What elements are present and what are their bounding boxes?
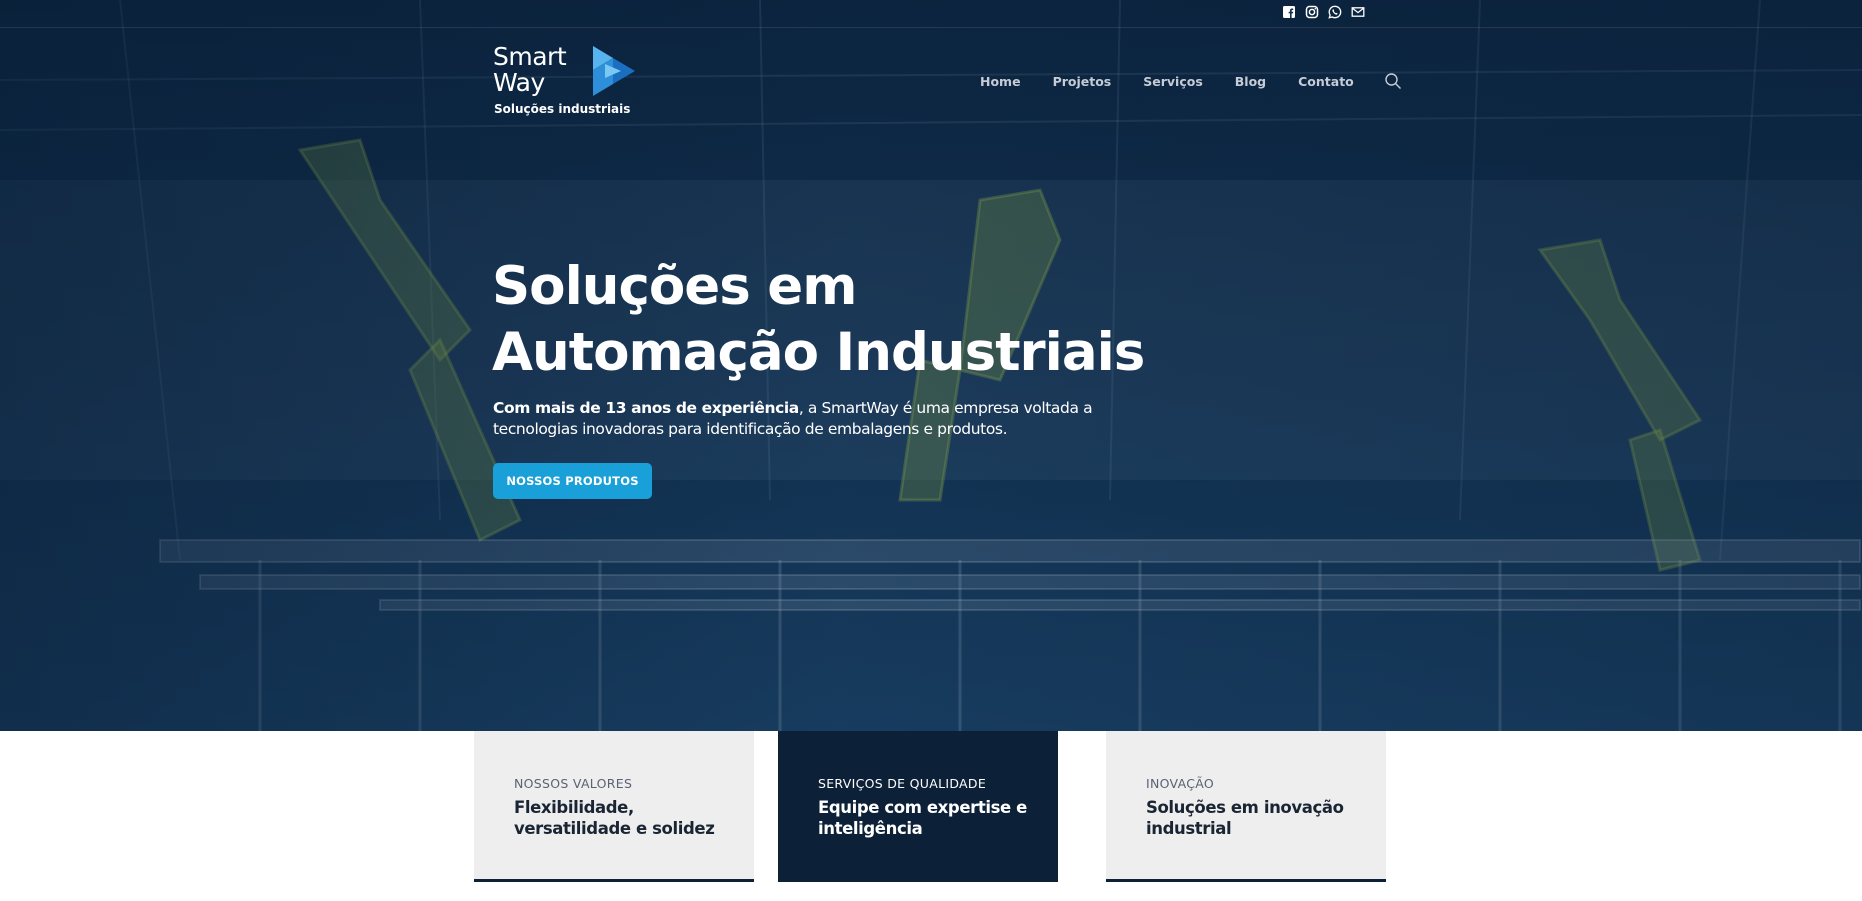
hero-subtitle: Com mais de 13 anos de experiência, a Sm… — [493, 398, 1093, 440]
logo-tagline: Soluções industriais — [494, 102, 631, 116]
card-text: Flexibilidade, versatilidade e solidez — [514, 798, 715, 838]
hero-title: Soluções em Automação Industriais — [492, 254, 1145, 386]
nossos-produtos-button[interactable]: NOSSOS PRODUTOS — [493, 463, 652, 499]
email-icon[interactable] — [1351, 5, 1365, 19]
hero-title-line1: Soluções em — [492, 256, 857, 317]
logo-arrow-icon — [593, 46, 635, 96]
site-logo[interactable]: Smart Way Soluções industriais — [493, 43, 643, 121]
card-label: INOVAÇÃO — [1146, 776, 1215, 791]
card-text: Equipe com expertise e inteligência — [818, 798, 1027, 838]
card-label: NOSSOS VALORES — [514, 776, 633, 791]
feature-cards: NOSSOS VALORES Flexibilidade, versatilid… — [474, 731, 1386, 882]
card-label: SERVIÇOS DE QUALIDADE — [818, 776, 987, 791]
main-nav: Home Projetos Serviços Blog Contato — [980, 72, 1402, 90]
card-inovacao: INOVAÇÃO Soluções em inovação industrial — [1106, 731, 1386, 882]
card-servicos-de-qualidade: SERVIÇOS DE QUALIDADE Equipe com experti… — [778, 731, 1058, 882]
hero-section: Smart Way Soluções industriais Home Proj… — [0, 0, 1862, 731]
nav-item-contato[interactable]: Contato — [1298, 74, 1354, 89]
hero-subtitle-bold: Com mais de 13 anos de experiência — [493, 399, 799, 417]
facebook-icon[interactable] — [1282, 5, 1296, 19]
logo-text-line1: Smart — [493, 42, 567, 71]
logo-text-line2: Way — [493, 68, 545, 97]
nav-item-home[interactable]: Home — [980, 74, 1021, 89]
card-underline — [474, 879, 754, 882]
instagram-icon[interactable] — [1305, 5, 1319, 19]
card-nossos-valores: NOSSOS VALORES Flexibilidade, versatilid… — [474, 731, 754, 882]
whatsapp-icon[interactable] — [1328, 5, 1342, 19]
top-bar — [0, 0, 1862, 28]
nav-item-servicos[interactable]: Serviços — [1143, 74, 1203, 89]
card-underline — [1106, 879, 1386, 882]
card-text: Soluções em inovação industrial — [1146, 798, 1344, 838]
nav-item-blog[interactable]: Blog — [1235, 74, 1266, 89]
nav-item-projetos[interactable]: Projetos — [1053, 74, 1112, 89]
hero-title-line2: Automação Industriais — [492, 322, 1145, 383]
search-icon[interactable] — [1384, 72, 1402, 90]
social-links — [1282, 5, 1365, 19]
